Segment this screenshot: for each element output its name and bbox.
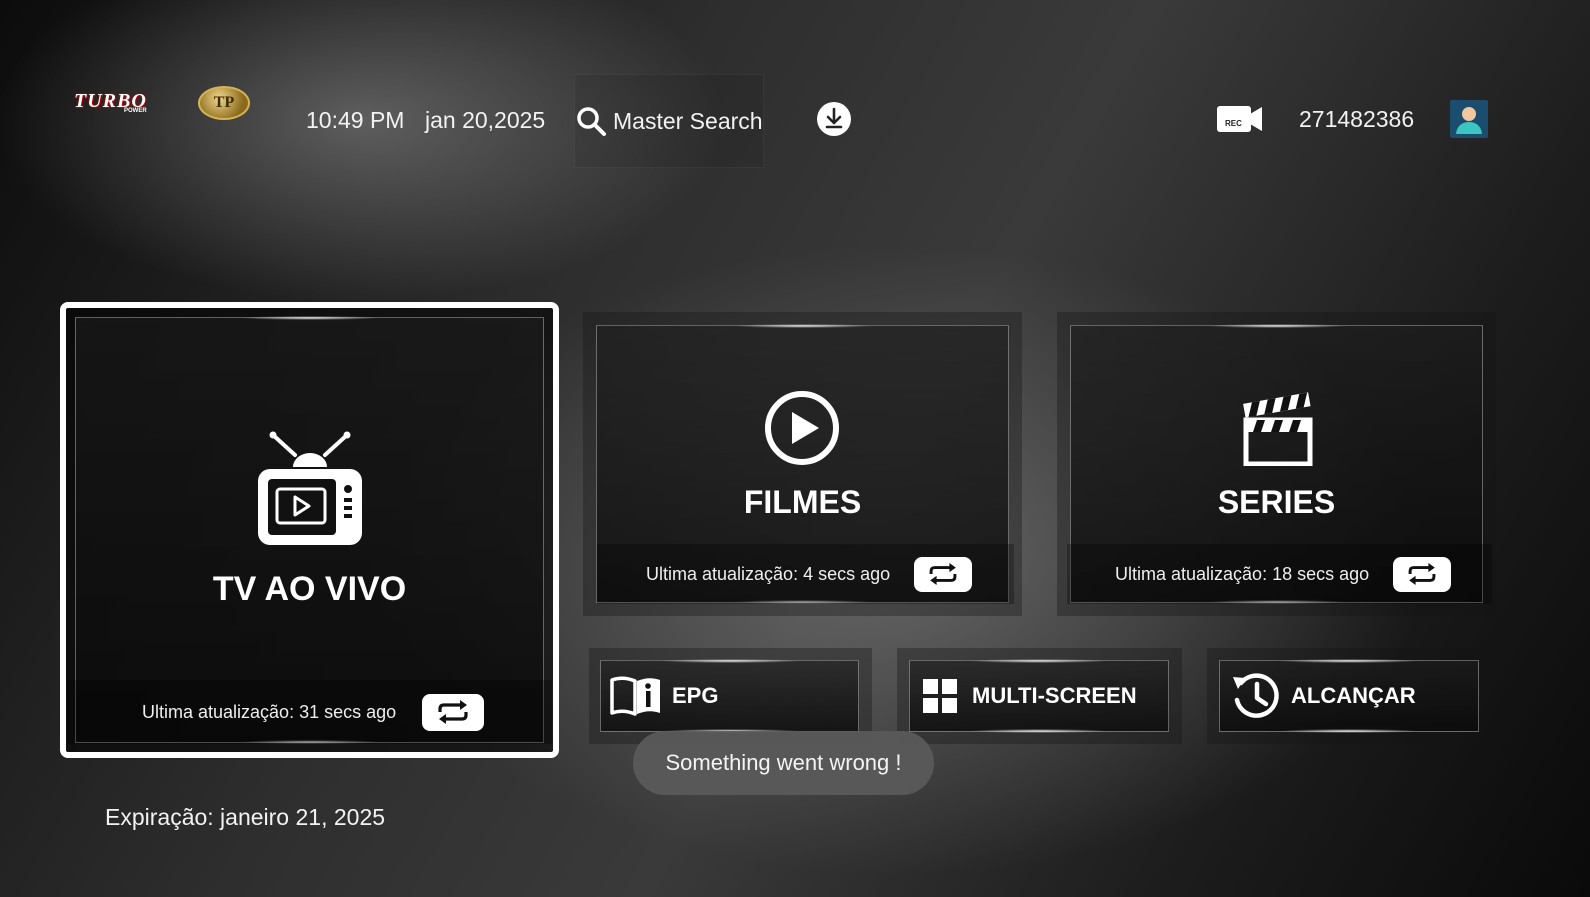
epg-label: EPG: [672, 683, 719, 708]
user-id: 271482386: [1299, 106, 1415, 132]
logo-subtext: POWER: [124, 108, 147, 114]
catch-up-button[interactable]: ALCANÇAR: [1207, 648, 1492, 744]
expiry-date: Expiração: janeiro 21, 2025: [105, 804, 386, 830]
error-toast: Something went wrong !: [633, 731, 934, 795]
tv-icon: [258, 431, 362, 545]
catch-up-button-inner: ALCANÇAR: [1219, 659, 1479, 733]
tile-glow: [969, 729, 1109, 733]
refresh-icon: [438, 700, 468, 724]
avatar-shape: [1456, 107, 1482, 134]
movies-update-bar: Ultima atualização: 4 secs ago: [597, 544, 1014, 604]
master-search-button[interactable]: Master Search: [574, 74, 764, 168]
clock-date: jan 20,2025: [425, 107, 546, 133]
record-camera-icon[interactable]: REC: [1216, 104, 1264, 134]
live-tv-title: TV AO VIVO: [212, 570, 407, 608]
live-tv-update-bar: Ultima atualização: 31 secs ago: [67, 680, 552, 744]
multi-screen-button[interactable]: MULTI-SCREEN: [897, 648, 1182, 744]
tile-glow: [969, 659, 1109, 663]
multi-screen-label: MULTI-SCREEN: [972, 683, 1137, 708]
master-search-label: Master Search: [613, 107, 763, 134]
refresh-icon: [1408, 563, 1436, 585]
series-update-text: Ultima atualização: 18 secs ago: [1115, 563, 1370, 584]
download-icon[interactable]: [816, 101, 852, 137]
movies-tile[interactable]: FILMES Ultima atualização: 4 secs ago: [583, 312, 1022, 616]
movies-update-text: Ultima atualização: 4 secs ago: [646, 563, 891, 584]
movies-refresh-button[interactable]: [914, 556, 973, 592]
book-info-icon: [610, 676, 660, 716]
series-refresh-button[interactable]: [1393, 556, 1452, 592]
refresh-icon: [929, 563, 957, 585]
movies-tile-inner: FILMES Ultima atualização: 4 secs ago: [596, 324, 1014, 604]
live-tv-update-text: Ultima atualização: 31 secs ago: [142, 701, 397, 722]
tile-glow: [239, 316, 380, 320]
tile-glow: [1206, 324, 1347, 328]
app-logo: TURBO POWER TP: [74, 84, 250, 120]
tile-glow: [732, 324, 873, 328]
live-tv-tile-inner: TV AO VIVO Ultima atualização: 31 secs a…: [67, 316, 552, 744]
catch-up-label: ALCANÇAR: [1291, 683, 1416, 708]
logo-badge: TP: [198, 86, 250, 120]
clapperboard-icon: [1243, 392, 1313, 466]
tile-glow: [1279, 659, 1419, 663]
series-update-bar: Ultima atualização: 18 secs ago: [1067, 544, 1492, 604]
user-avatar-icon[interactable]: [1450, 100, 1488, 138]
live-tv-refresh-button[interactable]: [422, 693, 485, 731]
record-label: REC: [1225, 119, 1242, 128]
epg-button-inner: EPG: [600, 659, 859, 733]
series-tile[interactable]: SERIES Ultima atualização: 18 secs ago: [1057, 312, 1496, 616]
live-tv-tile[interactable]: TV AO VIVO Ultima atualização: 31 secs a…: [60, 302, 559, 758]
epg-button[interactable]: EPG: [589, 648, 872, 744]
grid-icon: [923, 679, 957, 713]
series-title: SERIES: [1217, 484, 1336, 520]
movies-title: FILMES: [743, 484, 862, 520]
tile-glow: [1279, 729, 1419, 733]
search-icon: [577, 107, 606, 136]
multi-screen-button-inner: MULTI-SCREEN: [909, 659, 1169, 733]
play-circle-icon: [765, 391, 839, 465]
clock-time: 10:49 PM: [306, 107, 405, 133]
series-tile-inner: SERIES Ultima atualização: 18 secs ago: [1067, 324, 1492, 604]
tile-glow: [659, 659, 800, 663]
history-icon: [1233, 673, 1279, 718]
